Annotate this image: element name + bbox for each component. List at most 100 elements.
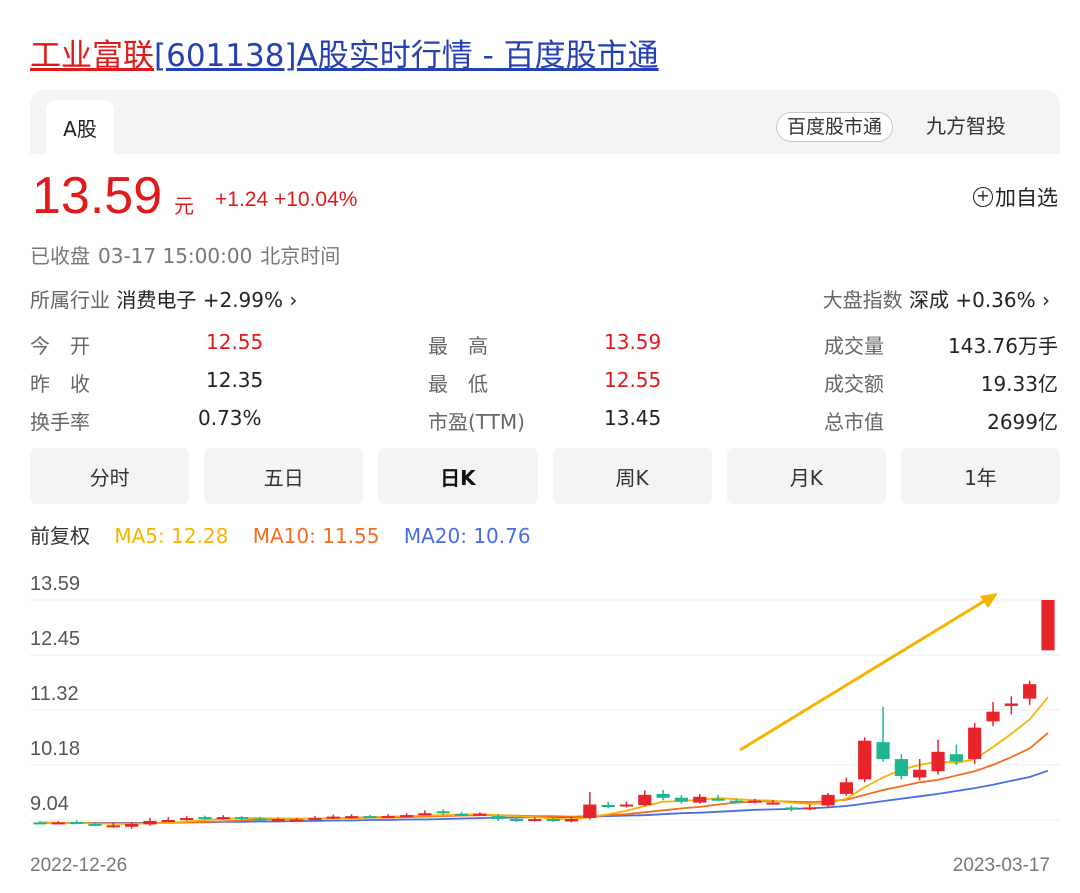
candle-body <box>418 813 432 816</box>
tab-five-day[interactable]: 五日 <box>204 448 364 504</box>
pe-label: 市盈(TTM) <box>428 410 525 434</box>
candle-body <box>528 819 542 822</box>
candle-body <box>784 807 799 810</box>
candle-body <box>235 817 249 820</box>
adjust-mode[interactable]: 前复权 <box>30 524 90 548</box>
page-title-link[interactable]: 工业富联[601138]A股实时行情 - 百度股市通 <box>30 34 659 78</box>
y-tick-label: 13.59 <box>30 573 80 595</box>
candle-body <box>381 816 395 819</box>
turnover-label: 换手率 <box>30 410 90 434</box>
candle-body <box>711 798 725 801</box>
kline-chart[interactable]: 13.59 12.45 11.32 10.18 9.04 <box>0 560 1080 893</box>
source-badge-baidu[interactable]: 百度股市通 <box>776 112 894 142</box>
prev-close-value: 12.35 <box>206 368 264 392</box>
industry-link[interactable]: 所属行业 消费电子 +2.99% › <box>30 284 297 313</box>
x-axis-end-label: 2023-03-17 <box>952 855 1050 876</box>
ma10-label: MA10: 11.55 <box>252 524 380 548</box>
market-tab-header: A股 百度股市通 九方智投 <box>30 90 1060 154</box>
ma-legend: 前复权 MA5: 12.28 MA10: 11.55 MA20: 10.76 <box>30 520 549 549</box>
market-index-label: 大盘指数 <box>822 288 903 312</box>
y-tick-label: 12.45 <box>30 628 80 650</box>
candle-body <box>968 727 982 760</box>
ma10-line <box>39 732 1049 825</box>
candle-body <box>253 818 267 821</box>
candle-body <box>821 794 835 806</box>
candle-body <box>583 804 597 819</box>
candle-body <box>106 825 120 828</box>
candle-body <box>1041 600 1055 651</box>
candle-body <box>308 818 322 821</box>
tab-one-year[interactable]: 1年 <box>900 448 1061 504</box>
stock-name-link[interactable]: 工业富联 <box>30 38 154 74</box>
ma5-label: MA5: 12.28 <box>114 524 229 548</box>
candle-body <box>766 802 780 805</box>
trend-arrow-line <box>739 598 987 752</box>
candle-body <box>326 816 340 819</box>
candle-body <box>638 794 652 806</box>
amount-label: 成交额 <box>824 372 884 396</box>
candle-body <box>729 800 744 803</box>
candle-body <box>693 796 707 803</box>
market-index-value: 深成 +0.36% › <box>908 288 1050 312</box>
y-tick-label: 10.18 <box>30 738 80 760</box>
candle-body <box>271 819 285 822</box>
candle-body <box>803 807 817 810</box>
add-watchlist-button[interactable]: + 加自选 <box>973 182 1058 212</box>
candle-body <box>748 800 762 803</box>
tab-a-share[interactable]: A股 <box>46 100 114 154</box>
tab-daily-k[interactable]: 日K <box>378 448 538 504</box>
candle-body <box>33 822 47 825</box>
y-tick-label: 11.32 <box>30 683 79 705</box>
candle-body <box>674 797 689 802</box>
amount-value: 19.33亿 <box>980 372 1058 396</box>
plus-circle-icon: + <box>973 187 993 207</box>
candle-body <box>70 821 84 824</box>
status-time: 03-17 15:00:00 <box>98 244 253 268</box>
high-label: 最 高 <box>428 334 488 358</box>
candle-body <box>51 822 65 825</box>
prev-close-label: 昨 收 <box>30 372 90 396</box>
pe-value: 13.45 <box>604 406 662 430</box>
candle-body <box>1004 703 1018 706</box>
price-unit: 元 <box>174 194 194 218</box>
candle-body <box>436 811 450 814</box>
candle-body <box>161 820 175 822</box>
candle-body <box>125 823 139 827</box>
market-index-link[interactable]: 大盘指数 深成 +0.36% › <box>823 284 1050 313</box>
industry-value: 消费电子 +2.99% › <box>116 288 298 312</box>
candle-body <box>986 711 1000 722</box>
ma20-label: MA20: 10.76 <box>403 524 531 548</box>
period-tabs: 分时 五日 日K 周K 月K 1年 <box>30 448 1061 504</box>
market-status: 已收盘 03-17 15:00:00 北京时间 <box>30 240 348 269</box>
candle-body <box>216 817 230 820</box>
high-value: 13.59 <box>604 330 662 354</box>
market-cap-label: 总市值 <box>824 410 884 434</box>
open-label: 今 开 <box>30 334 90 358</box>
candle-body <box>601 805 615 808</box>
industry-label: 所属行业 <box>30 288 110 312</box>
tab-monthly-k[interactable]: 月K <box>726 448 886 504</box>
candle-body <box>198 817 212 820</box>
current-price: 13.59 <box>32 167 163 225</box>
ma20-line <box>40 769 1049 824</box>
price-change: +1.24 +10.04% <box>215 188 358 211</box>
title-rest-link[interactable]: [601138]A股实时行情 - 百度股市通 <box>154 38 659 74</box>
candle-body <box>894 759 908 776</box>
candle-body <box>1023 684 1037 699</box>
candle-body <box>399 815 414 818</box>
candle-body <box>949 754 963 762</box>
tab-intraday[interactable]: 分时 <box>30 448 190 504</box>
candle-body <box>344 816 359 819</box>
source-jiufang[interactable]: 九方智投 <box>926 112 1006 140</box>
x-axis-start-label: 2022-12-26 <box>30 855 128 876</box>
candle-body <box>858 740 872 780</box>
candle-body <box>363 816 377 819</box>
tab-weekly-k[interactable]: 周K <box>552 448 712 504</box>
candle-body <box>88 823 102 826</box>
volume-label: 成交量 <box>824 334 884 358</box>
candle-body <box>876 742 890 760</box>
candle-body <box>491 816 505 820</box>
candle-body <box>564 819 579 822</box>
candle-body <box>473 813 487 816</box>
y-tick-label: 9.04 <box>30 793 69 815</box>
